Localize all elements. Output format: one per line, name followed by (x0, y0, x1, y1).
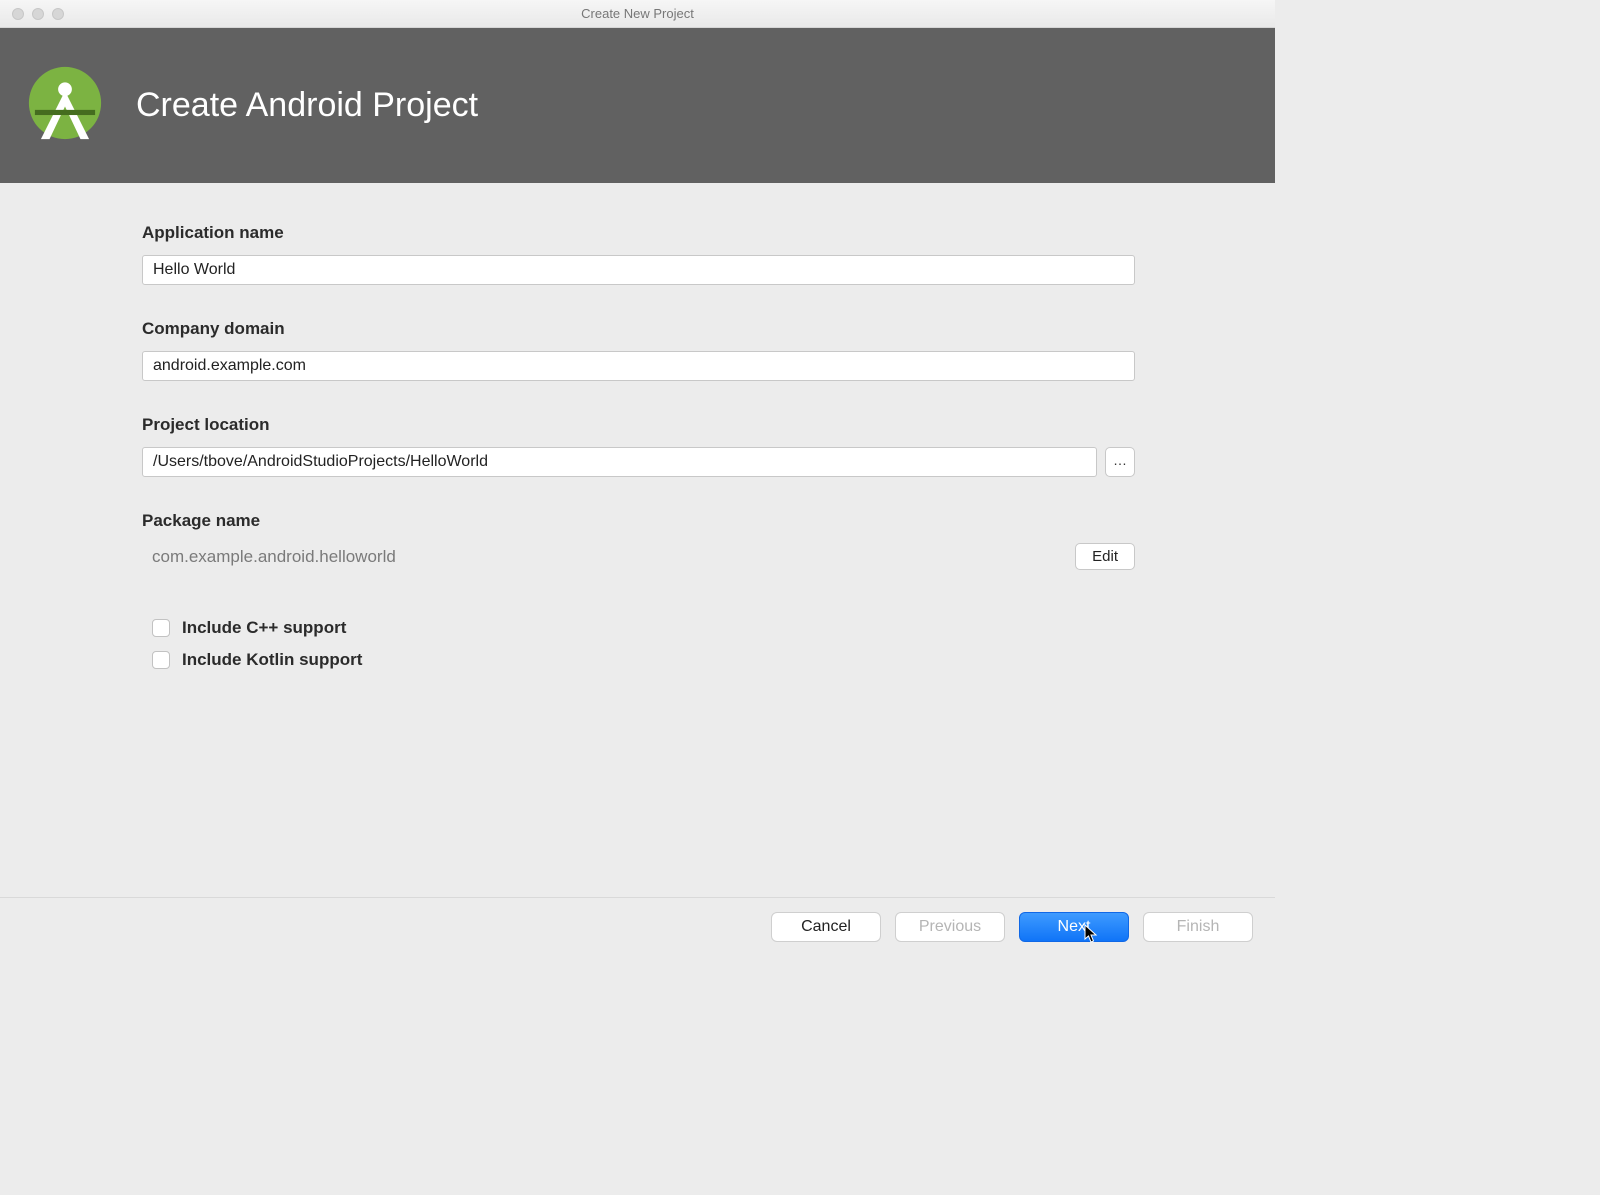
edit-package-button[interactable]: Edit (1075, 543, 1135, 570)
browse-location-button[interactable]: … (1105, 447, 1135, 477)
previous-button[interactable]: Previous (895, 912, 1005, 942)
package-name-group: Package name com.example.android.hellowo… (142, 511, 1135, 570)
project-location-input[interactable] (142, 447, 1097, 477)
application-name-group: Application name (142, 223, 1135, 285)
company-domain-label: Company domain (142, 319, 1135, 339)
close-window-button[interactable] (12, 8, 24, 20)
android-studio-icon (22, 60, 108, 151)
wizard-banner: Create Android Project (0, 28, 1275, 183)
package-name-label: Package name (142, 511, 1135, 531)
application-name-label: Application name (142, 223, 1135, 243)
finish-button[interactable]: Finish (1143, 912, 1253, 942)
zoom-window-button[interactable] (52, 8, 64, 20)
cancel-button[interactable]: Cancel (771, 912, 881, 942)
options-group: Include C++ support Include Kotlin suppo… (142, 618, 1135, 670)
form-area: Application name Company domain Project … (0, 183, 1275, 670)
company-domain-input[interactable] (142, 351, 1135, 381)
project-location-group: Project location … (142, 415, 1135, 477)
package-name-value: com.example.android.helloworld (142, 547, 396, 567)
window-title: Create New Project (0, 6, 1275, 21)
next-button[interactable]: Next (1019, 912, 1129, 942)
project-location-label: Project location (142, 415, 1135, 435)
window-controls (12, 8, 64, 20)
include-kotlin-checkbox[interactable] (152, 651, 170, 669)
include-cpp-row: Include C++ support (152, 618, 1135, 638)
wizard-title: Create Android Project (136, 86, 478, 125)
wizard-footer: Cancel Previous Next Finish (0, 897, 1275, 955)
include-cpp-label: Include C++ support (182, 618, 346, 638)
titlebar: Create New Project (0, 0, 1275, 28)
minimize-window-button[interactable] (32, 8, 44, 20)
include-kotlin-row: Include Kotlin support (152, 650, 1135, 670)
application-name-input[interactable] (142, 255, 1135, 285)
include-cpp-checkbox[interactable] (152, 619, 170, 637)
include-kotlin-label: Include Kotlin support (182, 650, 362, 670)
company-domain-group: Company domain (142, 319, 1135, 381)
